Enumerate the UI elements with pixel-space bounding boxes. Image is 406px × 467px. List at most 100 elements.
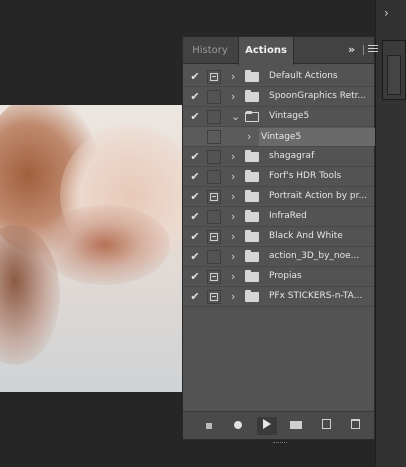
toggle-checkbox[interactable]: [187, 129, 203, 145]
chevron-right-icon[interactable]: ›: [247, 130, 251, 143]
right-dock-strip: ›: [375, 0, 406, 467]
folder-icon: [245, 111, 259, 122]
dock-panel-button[interactable]: [382, 40, 406, 100]
action-set-row[interactable]: ✔ › Black And White: [183, 227, 374, 247]
action-set-row[interactable]: ✔ ⌄ Vintage5: [183, 107, 374, 127]
action-label: Vintage5: [269, 111, 310, 121]
folder-icon: [245, 170, 259, 182]
dialog-icon: [210, 293, 218, 301]
play-icon: [263, 419, 271, 429]
action-label: shagagraf: [269, 151, 315, 161]
actions-list: ✔ › Default Actions ✔ › SpoonGraphics Retr...…: [183, 67, 375, 307]
folder-icon: [245, 210, 259, 222]
action-label: PFx STICKERS-n-TA...: [269, 291, 363, 301]
action-label: Vintage5: [259, 128, 375, 146]
folder-icon: [245, 270, 259, 282]
chevron-right-icon[interactable]: ›: [231, 270, 235, 283]
new-set-button[interactable]: [286, 417, 306, 435]
chevron-right-icon[interactable]: ›: [231, 190, 235, 203]
folder-icon: [245, 90, 259, 102]
action-set-row[interactable]: ✔ › SpoonGraphics Retr...: [183, 87, 374, 107]
toggle-checkbox[interactable]: ✔: [187, 269, 203, 285]
dialog-icon: [210, 73, 218, 81]
action-set-row[interactable]: ✔ › PFx STICKERS-n-TA...: [183, 287, 374, 307]
dialog-icon: [210, 273, 218, 281]
action-label: Portrait Action by pr...: [269, 191, 368, 201]
dialog-toggle[interactable]: [207, 110, 221, 124]
canvas-photo: [0, 105, 183, 392]
new-action-icon: [321, 419, 331, 429]
action-set-row[interactable]: ✔ › Portrait Action by pr...: [183, 187, 374, 207]
chevron-down-icon[interactable]: ⌄: [231, 110, 240, 123]
toggle-checkbox[interactable]: ✔: [187, 169, 203, 185]
resize-grip[interactable]: [273, 442, 287, 445]
action-set-row[interactable]: ✔ › shagagraf: [183, 147, 374, 167]
dialog-toggle[interactable]: [207, 210, 221, 224]
action-label: SpoonGraphics Retr...: [269, 91, 367, 101]
action-set-row[interactable]: ✔ › action_3D_by_noe...: [183, 247, 374, 267]
folder-icon: [245, 230, 259, 242]
chevron-right-icon[interactable]: ›: [231, 170, 235, 183]
actions-panel: History Actions » ✔ › Default Actions ✔ › Spo…: [182, 36, 378, 443]
folder-icon: [290, 421, 302, 429]
folder-icon: [245, 150, 259, 162]
chevron-right-icon[interactable]: ›: [231, 90, 235, 103]
panel-tabbar: History Actions »: [183, 37, 378, 65]
folder-icon: [245, 70, 259, 82]
panel-menu-icon[interactable]: [368, 45, 378, 55]
chevron-right-icon[interactable]: ›: [231, 150, 235, 163]
trash-icon: [350, 419, 360, 429]
toggle-checkbox[interactable]: ✔: [187, 289, 203, 305]
action-set-row[interactable]: ✔ › Forf's HDR Tools: [183, 167, 374, 187]
dialog-toggle[interactable]: [207, 130, 221, 144]
action-item[interactable]: › Vintage5: [183, 127, 375, 147]
toggle-checkbox[interactable]: ✔: [187, 109, 203, 125]
tab-actions[interactable]: Actions: [238, 37, 294, 65]
delete-button[interactable]: [345, 417, 365, 435]
toggle-checkbox[interactable]: ✔: [187, 249, 203, 265]
dialog-toggle[interactable]: [207, 170, 221, 184]
collapse-panel-icon[interactable]: »: [348, 43, 355, 56]
action-label: InfraRed: [269, 211, 307, 221]
toggle-checkbox[interactable]: ✔: [187, 89, 203, 105]
action-set-row[interactable]: ✔ › Propias: [183, 267, 374, 287]
new-action-button[interactable]: [316, 417, 336, 435]
stop-icon: [206, 423, 212, 429]
record-button[interactable]: [228, 417, 248, 435]
collapse-dock-icon[interactable]: ›: [384, 6, 400, 20]
toggle-checkbox[interactable]: ✔: [187, 149, 203, 165]
toggle-checkbox[interactable]: ✔: [187, 229, 203, 245]
dialog-toggle[interactable]: [207, 270, 221, 284]
chevron-right-icon[interactable]: ›: [231, 230, 235, 243]
tab-history[interactable]: History: [183, 37, 237, 64]
action-label: Default Actions: [269, 71, 338, 81]
dialog-toggle[interactable]: [207, 70, 221, 84]
dialog-toggle[interactable]: [207, 290, 221, 304]
dialog-toggle[interactable]: [207, 90, 221, 104]
folder-icon: [245, 250, 259, 262]
dialog-toggle[interactable]: [207, 150, 221, 164]
action-set-row[interactable]: ✔ › InfraRed: [183, 207, 374, 227]
action-label: Forf's HDR Tools: [269, 171, 342, 181]
toggle-checkbox[interactable]: ✔: [187, 209, 203, 225]
dialog-toggle[interactable]: [207, 250, 221, 264]
folder-icon: [245, 190, 259, 202]
dialog-icon: [210, 233, 218, 241]
stop-button[interactable]: [199, 417, 219, 435]
folder-icon: [245, 290, 259, 302]
tab-divider: [363, 45, 364, 55]
toggle-checkbox[interactable]: ✔: [187, 69, 203, 85]
dock-swatch-icon: [387, 55, 401, 95]
record-icon: [234, 421, 242, 429]
chevron-right-icon[interactable]: ›: [231, 290, 235, 303]
action-label: Propias: [269, 271, 302, 281]
chevron-right-icon[interactable]: ›: [231, 70, 235, 83]
chevron-right-icon[interactable]: ›: [231, 210, 235, 223]
toggle-checkbox[interactable]: ✔: [187, 189, 203, 205]
play-button[interactable]: [257, 417, 277, 435]
dialog-toggle[interactable]: [207, 230, 221, 244]
action-set-row[interactable]: ✔ › Default Actions: [183, 67, 374, 87]
dialog-toggle[interactable]: [207, 190, 221, 204]
chevron-right-icon[interactable]: ›: [231, 250, 235, 263]
action-label: action_3D_by_noe...: [269, 251, 360, 261]
